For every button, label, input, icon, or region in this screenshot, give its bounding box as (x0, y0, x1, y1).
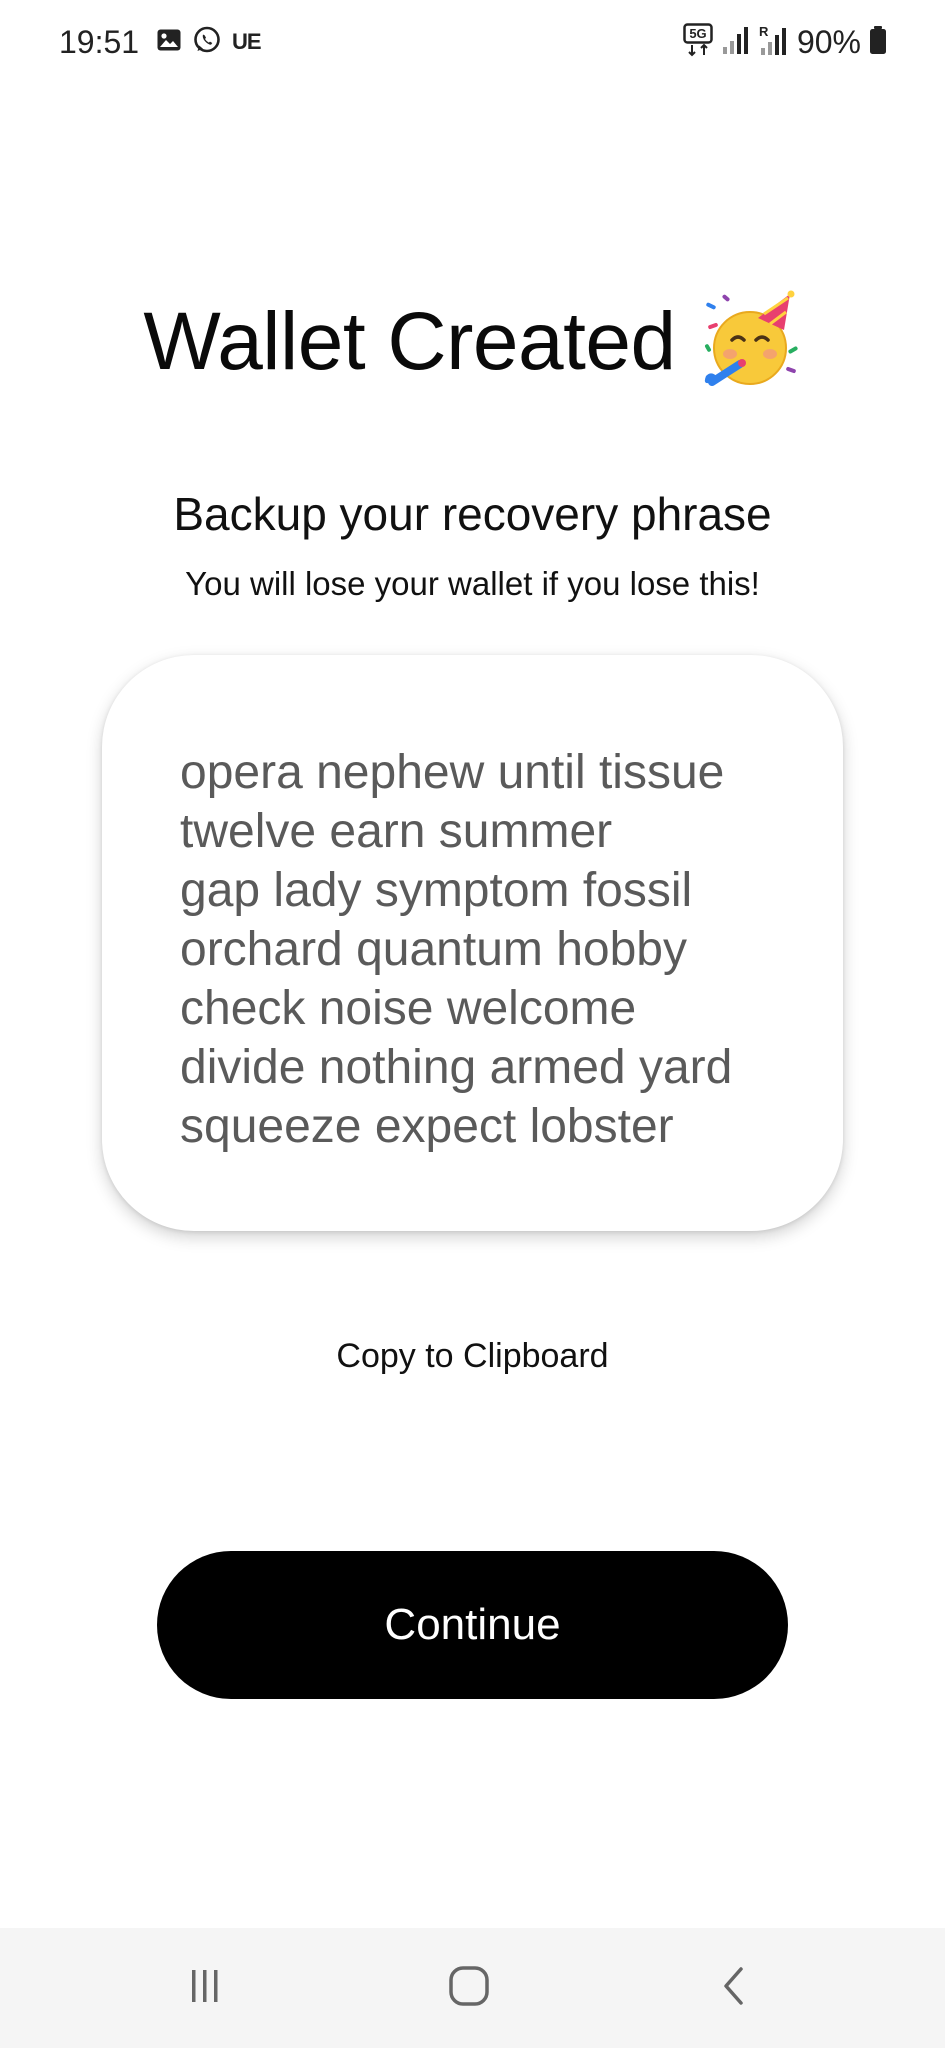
warning-text: You will lose your wallet if you lose th… (185, 565, 760, 602)
phrase-line: divide nothing armed yard (180, 1041, 733, 1094)
back-button[interactable] (674, 1928, 794, 2048)
subtitle: Backup your recovery phrase (173, 488, 772, 540)
partying-face-icon (698, 290, 802, 394)
home-button[interactable] (409, 1928, 529, 2048)
whatsapp-icon (192, 25, 222, 60)
phrase-line: orchard quantum hobby (180, 923, 687, 976)
back-icon (714, 1964, 754, 2013)
signal-icon (721, 25, 749, 60)
phrase-line: squeeze expect lobster (180, 1100, 674, 1153)
page-title: Wallet Created (143, 296, 676, 387)
svg-text:R: R (759, 24, 769, 39)
phrase-line: opera nephew until tissue (180, 746, 725, 799)
phrase-line: gap lady symptom fossil (180, 864, 693, 917)
recovery-phrase-card: opera nephew until tissue twelve earn su… (102, 655, 843, 1231)
signal-roaming-icon: R (757, 23, 789, 62)
status-left-icons: UE (156, 25, 262, 60)
phrase-line: check noise welcome (180, 982, 637, 1035)
status-right-icons: 5G R 90% (683, 20, 887, 64)
home-icon (447, 1964, 491, 2013)
battery-percentage: 90% (796, 24, 861, 60)
recents-button[interactable] (145, 1928, 265, 2048)
continue-button[interactable]: Continue (157, 1551, 788, 1699)
status-bar: 19:51 UE 5G R 90% (0, 0, 945, 84)
5g-icon: 5G (683, 22, 713, 62)
copy-to-clipboard-button[interactable]: Copy to Clipboard (0, 1334, 945, 1378)
navigation-bar (0, 1928, 945, 2048)
carrier-label: UE (232, 29, 262, 54)
title-row: Wallet Created (0, 290, 945, 394)
battery-icon (869, 25, 887, 60)
gallery-icon (156, 27, 182, 58)
status-time: 19:51 (59, 24, 140, 60)
phrase-line: twelve earn summer (180, 805, 613, 858)
svg-text:5G: 5G (689, 26, 706, 41)
recents-icon (185, 1966, 225, 2011)
